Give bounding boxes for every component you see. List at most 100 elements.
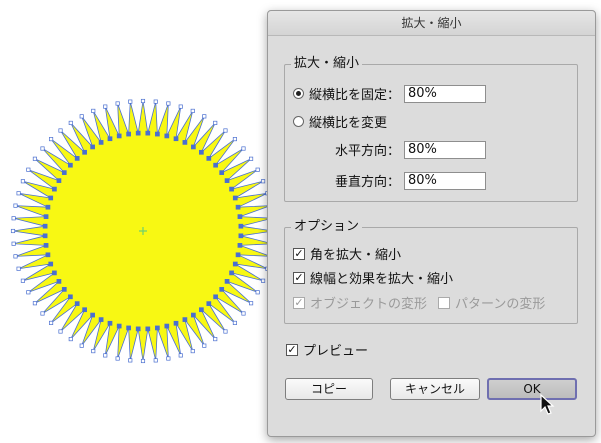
anchor-point[interactable]: [68, 120, 73, 125]
anchor-point[interactable]: [223, 128, 228, 133]
anchor-point[interactable]: [153, 358, 158, 363]
anchor-point[interactable]: [229, 270, 234, 276]
copy-button[interactable]: コピー: [285, 378, 373, 400]
anchor-point[interactable]: [178, 104, 183, 109]
anchor-point[interactable]: [126, 131, 131, 137]
anchor-point[interactable]: [90, 312, 95, 318]
anchor-point[interactable]: [135, 130, 141, 136]
anchor-point[interactable]: [26, 167, 31, 172]
anchor-point[interactable]: [232, 137, 237, 142]
anchor-point[interactable]: [82, 307, 87, 313]
anchor-point[interactable]: [61, 287, 67, 292]
anchor-point[interactable]: [11, 216, 16, 221]
anchor-point[interactable]: [241, 311, 246, 316]
anchor-point[interactable]: [135, 326, 141, 332]
anchor-point[interactable]: [98, 140, 104, 145]
anchor-point[interactable]: [164, 323, 170, 329]
anchor-point[interactable]: [45, 204, 51, 210]
anchor-point[interactable]: [191, 144, 196, 150]
anchor-point[interactable]: [202, 114, 207, 119]
anchor-point[interactable]: [91, 108, 96, 113]
anchor-point[interactable]: [52, 270, 57, 276]
anchor-point[interactable]: [140, 358, 146, 364]
anchor-point[interactable]: [43, 214, 49, 219]
anchor-point[interactable]: [191, 312, 196, 318]
anchor-point[interactable]: [107, 320, 113, 326]
anchor-point[interactable]: [107, 136, 113, 142]
anchor-point[interactable]: [82, 149, 87, 155]
ok-button[interactable]: OK: [487, 378, 577, 400]
scale-strokes-label[interactable]: 線幅と効果を拡大・縮小: [310, 268, 453, 287]
anchor-point[interactable]: [68, 162, 73, 168]
anchor-point[interactable]: [42, 233, 48, 239]
anchor-point[interactable]: [223, 329, 228, 334]
anchor-point[interactable]: [153, 99, 158, 104]
anchor-point[interactable]: [190, 108, 195, 113]
anchor-point[interactable]: [206, 156, 212, 161]
uniform-radio[interactable]: [293, 88, 304, 99]
anchor-point[interactable]: [199, 149, 204, 155]
anchor-point[interactable]: [58, 329, 63, 334]
anchor-point[interactable]: [235, 204, 241, 210]
preview-label[interactable]: プレビュー: [303, 340, 368, 359]
anchor-point[interactable]: [49, 320, 54, 325]
anchor-point[interactable]: [126, 325, 131, 331]
anchor-point[interactable]: [219, 287, 225, 292]
anchor-point[interactable]: [20, 179, 25, 184]
anchor-point[interactable]: [45, 252, 51, 258]
anchor-point[interactable]: [182, 317, 188, 322]
anchor-point[interactable]: [79, 343, 84, 348]
anchor-point[interactable]: [68, 294, 73, 300]
anchor-point[interactable]: [249, 301, 254, 306]
anchor-point[interactable]: [213, 162, 218, 168]
anchor-point[interactable]: [116, 133, 122, 139]
anchor-point[interactable]: [56, 178, 62, 183]
cancel-button[interactable]: キャンセル: [390, 378, 480, 400]
anchor-point[interactable]: [74, 301, 80, 306]
uniform-label[interactable]: 縦横比を固定：: [309, 84, 400, 103]
anchor-point[interactable]: [140, 98, 146, 104]
anchor-point[interactable]: [229, 186, 234, 192]
anchor-point[interactable]: [90, 144, 95, 150]
anchor-point[interactable]: [241, 146, 246, 151]
anchor-point[interactable]: [237, 243, 243, 248]
nonuniform-label[interactable]: 縦横比を変更: [309, 112, 387, 131]
vertical-scale-input[interactable]: [404, 171, 487, 190]
anchor-point[interactable]: [232, 261, 238, 267]
anchor-point[interactable]: [116, 323, 122, 329]
anchor-point[interactable]: [98, 317, 104, 322]
anchor-point[interactable]: [213, 120, 218, 125]
anchor-point[interactable]: [173, 320, 179, 326]
anchor-point[interactable]: [115, 101, 120, 106]
anchor-point[interactable]: [190, 349, 195, 354]
anchor-point[interactable]: [224, 178, 230, 183]
anchor-point[interactable]: [224, 279, 230, 284]
anchor-point[interactable]: [232, 195, 238, 201]
anchor-point[interactable]: [238, 233, 244, 239]
preview-checkbox[interactable]: ✓: [286, 343, 298, 356]
anchor-point[interactable]: [182, 140, 188, 145]
anchor-point[interactable]: [255, 167, 260, 172]
anchor-point[interactable]: [213, 294, 218, 300]
anchor-point[interactable]: [238, 223, 244, 229]
anchor-point[interactable]: [166, 356, 171, 361]
anchor-point[interactable]: [103, 353, 108, 358]
anchor-point[interactable]: [232, 320, 237, 325]
anchor-point[interactable]: [26, 290, 31, 295]
anchor-point[interactable]: [155, 325, 160, 331]
anchor-point[interactable]: [10, 228, 16, 234]
scale-corners-checkbox[interactable]: ✓: [293, 247, 305, 260]
anchor-point[interactable]: [164, 133, 170, 139]
anchor-point[interactable]: [103, 104, 108, 109]
anchor-point[interactable]: [16, 266, 21, 271]
anchor-point[interactable]: [213, 337, 218, 342]
anchor-point[interactable]: [56, 279, 62, 284]
anchor-point[interactable]: [43, 243, 49, 248]
anchor-point[interactable]: [178, 353, 183, 358]
anchor-point[interactable]: [68, 337, 73, 342]
anchor-point[interactable]: [166, 101, 171, 106]
nonuniform-radio[interactable]: [293, 116, 304, 127]
anchor-point[interactable]: [40, 146, 45, 151]
scale-corners-label[interactable]: 角を拡大・縮小: [310, 244, 401, 263]
anchor-point[interactable]: [115, 356, 120, 361]
